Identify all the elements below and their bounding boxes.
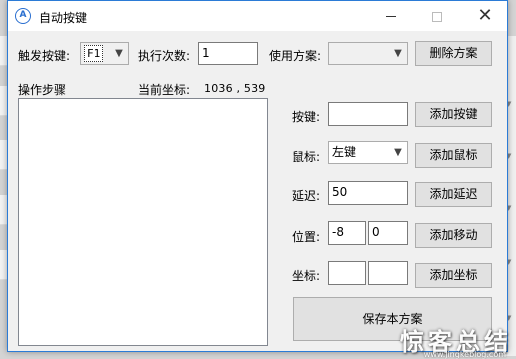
watermark-url: www.jingkeblog.com [423, 350, 506, 359]
position-y-input[interactable]: 0 [368, 221, 408, 245]
mouse-label: 鼠标: [292, 150, 321, 164]
delay-input[interactable]: 50 [328, 181, 408, 205]
trigger-key-select[interactable]: F1 ▼ [80, 42, 129, 65]
steps-label: 操作步骤 [18, 83, 67, 97]
mouse-value: 左键 [332, 145, 357, 159]
scheme-label: 使用方案: [269, 49, 322, 63]
chevron-down-icon: ▼ [394, 147, 402, 158]
save-scheme-button[interactable]: 保存本方案 [293, 297, 492, 341]
add-delay-button[interactable]: 添加延迟 [415, 182, 492, 207]
position-x-input[interactable]: -8 [328, 221, 366, 245]
coord-y-input[interactable] [368, 261, 408, 285]
close-icon: ✕ [477, 5, 493, 26]
position-label: 位置: [292, 230, 321, 244]
delete-scheme-button[interactable]: 删除方案 [415, 41, 492, 66]
title-bar[interactable]: A 自动按键 ✕ [8, 1, 507, 31]
maximize-icon [432, 11, 442, 22]
mouse-select[interactable]: 左键 ▼ [328, 141, 408, 164]
delay-label: 延迟: [292, 189, 321, 203]
key-input[interactable] [328, 102, 408, 126]
app-logo-icon: A [15, 8, 31, 24]
steps-list[interactable] [18, 98, 268, 346]
chevron-down-icon: ▼ [115, 48, 123, 59]
minimize-icon [386, 16, 396, 17]
trigger-key-label: 触发按键: [18, 49, 71, 63]
add-move-button[interactable]: 添加移动 [415, 223, 492, 248]
coord-label: 坐标: [292, 269, 321, 283]
window-title: 自动按键 [39, 11, 88, 25]
add-mouse-button[interactable]: 添加鼠标 [415, 143, 492, 168]
trigger-key-value: F1 [84, 45, 104, 62]
add-key-button[interactable]: 添加按键 [415, 102, 492, 127]
current-coord-value: 1036 , 539 [204, 82, 266, 95]
auto-key-window: A 自动按键 ✕ 触发按键: F1 ▼ 执行次数: 1 使用方案: ▼ 删除方案… [7, 0, 508, 352]
add-coord-button[interactable]: 添加坐标 [415, 263, 492, 288]
minimize-button[interactable] [368, 1, 414, 31]
repeat-count-label: 执行次数: [138, 49, 191, 63]
maximize-button[interactable] [414, 1, 460, 31]
repeat-count-input[interactable]: 1 [198, 42, 258, 65]
current-coord-label: 当前坐标: [138, 83, 191, 97]
scheme-select[interactable]: ▼ [328, 42, 408, 65]
close-button[interactable]: ✕ [462, 1, 508, 31]
key-label: 按键: [292, 110, 321, 124]
chevron-down-icon: ▼ [394, 48, 402, 59]
coord-x-input[interactable] [328, 261, 366, 285]
